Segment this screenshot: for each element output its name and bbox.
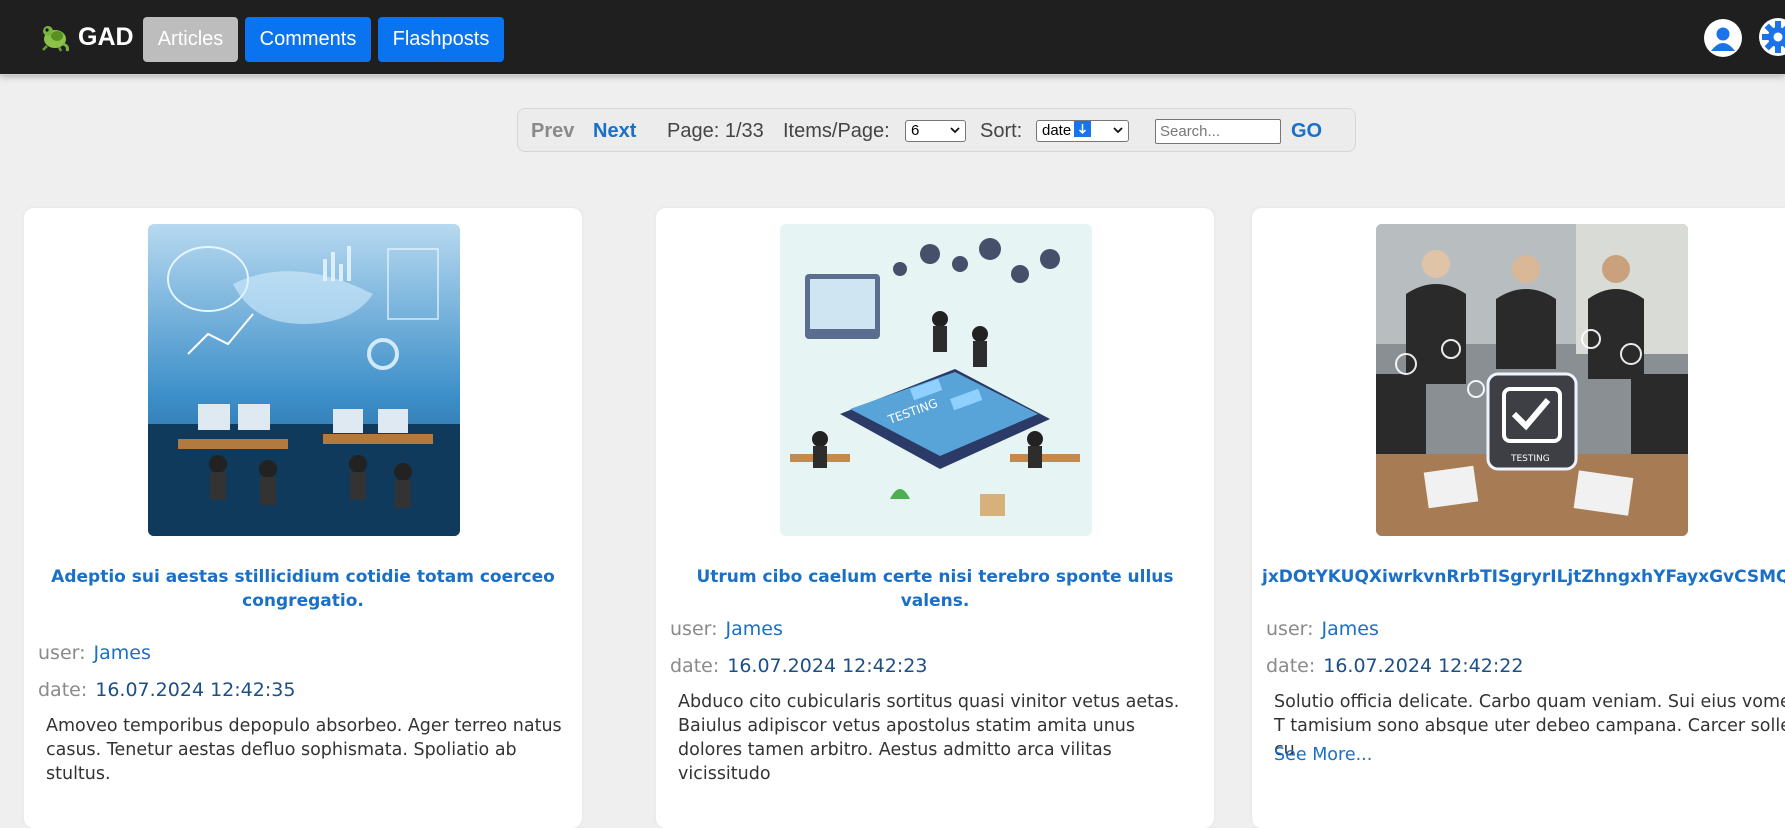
user-link[interactable]: James: [726, 618, 783, 640]
article-excerpt: Amoveo temporibus depopulo absorbeo. Age…: [46, 716, 562, 784]
items-per-page-select[interactable]: 6: [905, 120, 966, 142]
svg-text:TESTING: TESTING: [1510, 454, 1550, 464]
sort-select[interactable]: date: [1036, 120, 1129, 142]
see-more-link[interactable]: See More...: [1274, 745, 1372, 765]
article-image[interactable]: TESTING: [1376, 224, 1688, 536]
chevron-down-icon: [950, 127, 960, 134]
prev-page-button[interactable]: Prev: [531, 109, 574, 153]
brand-name[interactable]: GAD: [78, 22, 134, 52]
items-per-page-label: Items/Page:: [783, 120, 890, 142]
article-excerpt: Abduco cito cubicularis sortitus quasi v…: [678, 692, 1180, 784]
nav-comments-button[interactable]: Comments: [245, 17, 371, 62]
article-date: date: 16.07.2024 12:42:23: [670, 655, 928, 677]
article-card: TESTING Utrum cibo caelum certe nisi ter…: [656, 208, 1214, 828]
gecko-logo-icon[interactable]: [39, 22, 71, 52]
sort-direction-icon: [1074, 121, 1092, 137]
chevron-down-icon: [1113, 127, 1123, 134]
search-input[interactable]: Search...: [1155, 119, 1281, 144]
sort-label: Sort:: [980, 120, 1023, 142]
article-title[interactable]: Adeptio sui aestas stillicidium cotidie …: [44, 565, 562, 613]
next-page-button[interactable]: Next: [593, 109, 636, 153]
user-link[interactable]: James: [1322, 618, 1379, 640]
nav-flashposts-button[interactable]: Flashposts: [378, 17, 504, 62]
article-title[interactable]: jxDOtYKUQXiwrkvnRrbTISgryrILjtZhngxhYFay…: [1262, 565, 1785, 589]
article-title[interactable]: Utrum cibo caelum certe nisi terebro spo…: [676, 565, 1194, 613]
article-card: Adeptio sui aestas stillicidium cotidie …: [24, 208, 582, 828]
pagination-bar: Prev Next Page: 1/33 Items/Page: 6 Sort:…: [517, 108, 1356, 152]
article-user: user: James: [38, 642, 151, 664]
go-button[interactable]: GO: [1291, 109, 1322, 153]
gear-icon[interactable]: [1758, 17, 1785, 57]
article-date: date: 16.07.2024 12:42:35: [38, 679, 296, 701]
user-link[interactable]: James: [94, 642, 151, 664]
article-date: date: 16.07.2024 12:42:22: [1266, 655, 1524, 677]
article-user: user: James: [670, 618, 783, 640]
article-image[interactable]: TESTING: [780, 224, 1092, 536]
article-card: TESTING jxDOtYKUQXiwrkvnRrbTISgryrILjtZh…: [1252, 208, 1785, 828]
top-navbar: GAD Articles Comments Flashposts: [0, 0, 1785, 75]
nav-articles-button[interactable]: Articles: [143, 17, 238, 62]
article-user: user: James: [1266, 618, 1379, 640]
article-image[interactable]: [148, 224, 460, 536]
page-indicator: Page: 1/33: [667, 120, 764, 142]
user-avatar-icon[interactable]: [1704, 19, 1742, 57]
